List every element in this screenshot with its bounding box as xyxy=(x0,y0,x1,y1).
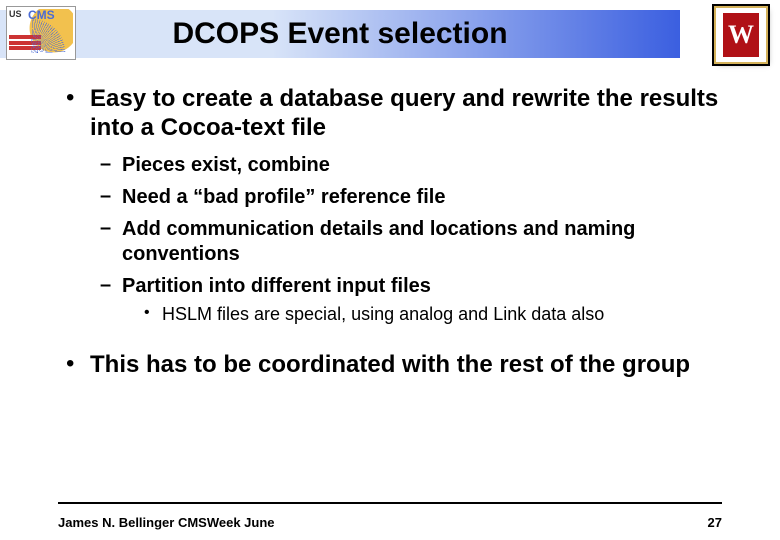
wisconsin-crest: W xyxy=(716,8,766,62)
bullet-1-text: Easy to create a database query and rewr… xyxy=(90,85,718,141)
bullet-list: Easy to create a database query and rewr… xyxy=(58,84,740,380)
sub-2: Need a “bad profile” reference file xyxy=(100,185,740,209)
crest-letter: W xyxy=(723,13,759,57)
sub-4-sublist: HSLM files are special, using analog and… xyxy=(144,304,740,326)
bullet-2-text: This has to be coordinated with the rest… xyxy=(90,351,690,378)
slide-footer: James N. Bellinger CMSWeek June 27 xyxy=(58,515,722,530)
sub-3: Add communication details and locations … xyxy=(100,217,740,266)
slide-header: US CMS DCOPS Event selection W xyxy=(0,0,780,70)
bullet-1: Easy to create a database query and rewr… xyxy=(58,84,740,326)
sub-4-text: Partition into different input files xyxy=(122,275,431,297)
sub-1-text: Pieces exist, combine xyxy=(122,154,330,176)
footer-author: James N. Bellinger CMSWeek June xyxy=(58,515,275,530)
sub-4: Partition into different input files HSL… xyxy=(100,274,740,326)
footer-divider xyxy=(58,502,722,504)
subsub-1-text: HSLM files are special, using analog and… xyxy=(162,304,604,324)
bullet-1-sublist: Pieces exist, combine Need a “bad profil… xyxy=(100,153,740,327)
sub-2-text: Need a “bad profile” reference file xyxy=(122,186,445,208)
sub-3-text: Add communication details and locations … xyxy=(122,218,635,264)
spacer xyxy=(58,334,740,344)
us-label: US xyxy=(9,9,22,19)
subsub-1: HSLM files are special, using analog and… xyxy=(144,304,740,326)
page-number: 27 xyxy=(708,515,722,530)
sub-1: Pieces exist, combine xyxy=(100,153,740,177)
slide-content: Easy to create a database query and rewr… xyxy=(0,70,780,380)
slide-title: DCOPS Event selection xyxy=(172,17,507,51)
title-bar: DCOPS Event selection xyxy=(0,10,680,58)
cms-label: CMS xyxy=(28,8,55,22)
bullet-2: This has to be coordinated with the rest… xyxy=(58,350,740,379)
